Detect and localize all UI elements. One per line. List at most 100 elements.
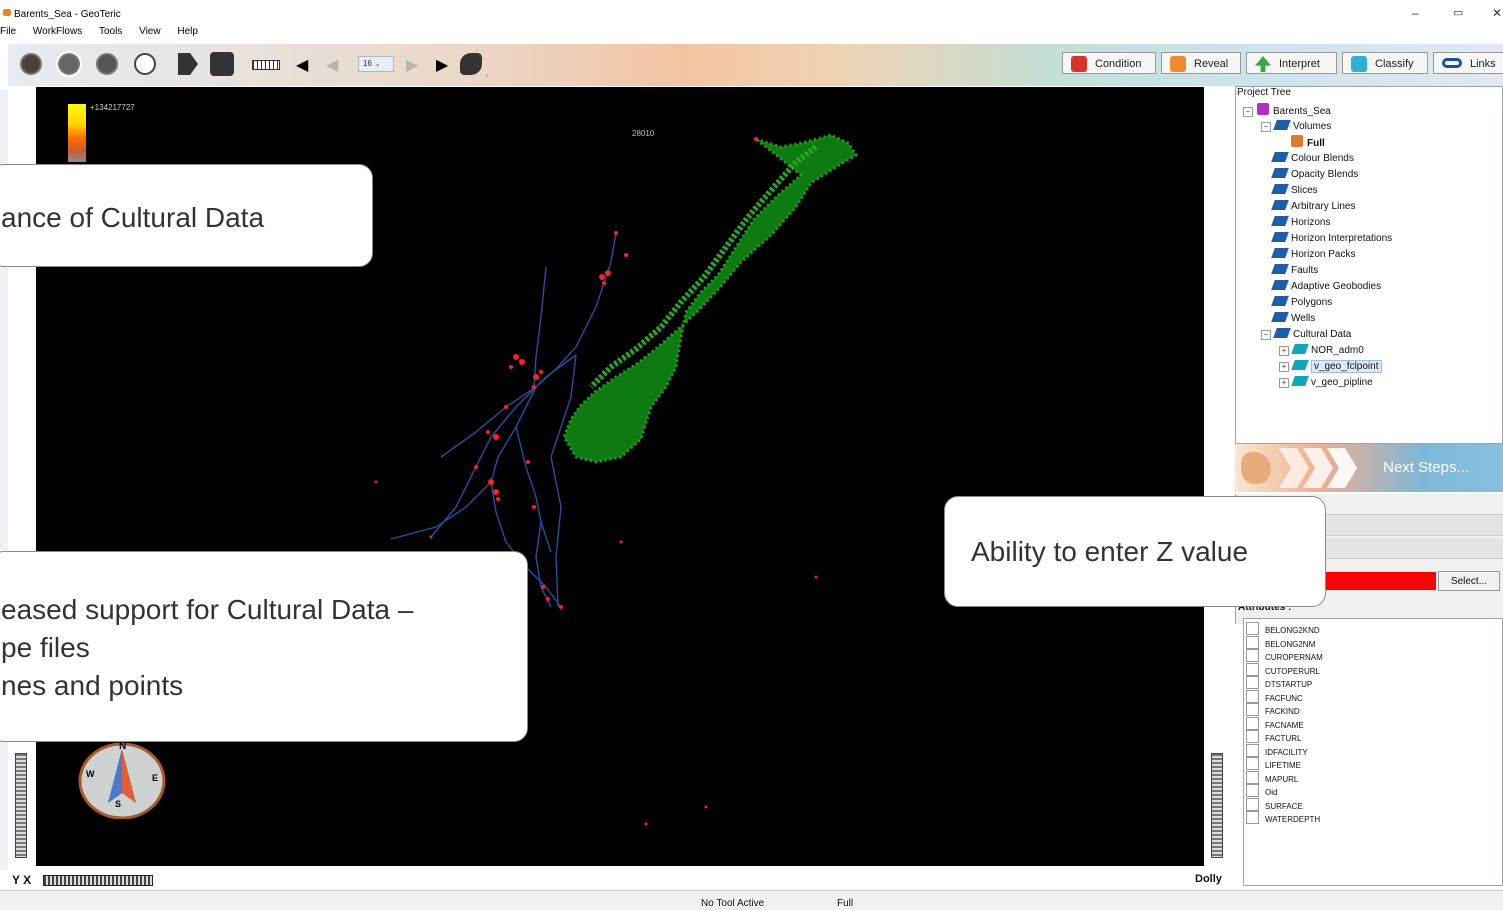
attribute-item[interactable]: Oid (1244, 784, 1502, 798)
attribute-item[interactable]: LIFETIME (1244, 757, 1502, 771)
rotate-icon[interactable] (96, 53, 118, 75)
tree-item[interactable]: Arbitrary Lines (1243, 199, 1501, 215)
tree-item-label: NOR_adm0 (1311, 345, 1364, 356)
dolly-slider[interactable] (1211, 753, 1223, 858)
step-back-icon[interactable]: ◀ (296, 55, 308, 75)
attribute-checkbox[interactable] (1246, 622, 1259, 635)
workflow-condition-button[interactable]: Condition (1062, 52, 1156, 74)
tree-item[interactable]: + v_geo_fclpoint (1243, 359, 1501, 375)
close-button[interactable]: ✕ (1492, 6, 1502, 20)
attribute-item[interactable]: FACTURL (1244, 730, 1502, 744)
tree-item[interactable]: Adaptive Geobodies (1243, 279, 1501, 295)
attribute-checkbox[interactable] (1246, 689, 1259, 703)
attribute-checkbox[interactable] (1246, 716, 1259, 730)
attribute-checkbox[interactable] (1246, 730, 1259, 743)
classify-icon (1351, 56, 1367, 72)
attribute-checkbox[interactable] (1246, 811, 1259, 824)
workflow-reveal-button[interactable]: Reveal (1161, 52, 1241, 74)
ruler-icon[interactable] (252, 60, 280, 70)
tree-item[interactable]: Wells (1243, 311, 1501, 327)
tree-expand-icon[interactable]: + (1279, 346, 1289, 356)
horizontal-slider[interactable] (43, 875, 153, 886)
workflow-condition-label: Condition (1095, 58, 1142, 70)
tree-item[interactable]: Opacity Blends (1243, 167, 1501, 183)
menu-file[interactable]: File (0, 26, 16, 37)
dropdown-icon[interactable]: . (486, 68, 489, 78)
attribute-item[interactable]: CUTOPERURL (1244, 662, 1502, 677)
tree-item[interactable]: − Cultural Data (1243, 327, 1501, 343)
3d-view-icon[interactable] (20, 53, 42, 75)
attribute-checkbox[interactable] (1246, 784, 1259, 797)
workflow-classify-button[interactable]: Classify (1342, 52, 1428, 74)
tree-item[interactable]: Colour Blends (1243, 151, 1501, 167)
camera-icon[interactable] (210, 52, 234, 76)
tree-item[interactable]: Horizon Interpretations (1243, 231, 1501, 247)
left-zoom-slider[interactable] (15, 753, 27, 858)
tree-item[interactable]: − Volumes (1243, 119, 1501, 135)
tree-item[interactable]: − Barents_Sea (1243, 103, 1501, 119)
survey-icon[interactable] (178, 53, 198, 75)
dolly-label: Dolly (1195, 873, 1222, 885)
compass-east: E (152, 773, 159, 783)
attribute-checkbox[interactable] (1246, 662, 1259, 676)
next-steps-label: Next Steps... (1383, 459, 1469, 476)
workflow-classify-label: Classify (1375, 58, 1414, 70)
tree-expand-icon[interactable]: − (1261, 330, 1271, 340)
slice-step-combo[interactable]: 16 ⌄ (358, 56, 394, 72)
attribute-checkbox[interactable] (1246, 743, 1259, 757)
tree-item[interactable]: Horizon Packs (1243, 247, 1501, 263)
menu-help[interactable]: Help (177, 26, 198, 37)
minimize-button[interactable]: – (1412, 6, 1419, 20)
attribute-label: BELONG2NM (1265, 639, 1316, 649)
attribute-item[interactable]: IDFACILITY (1244, 743, 1502, 758)
attribute-checkbox[interactable] (1246, 757, 1259, 770)
tree-expand-icon[interactable]: + (1279, 378, 1289, 388)
tree-item[interactable]: Slices (1243, 183, 1501, 199)
workflow-interpret-button[interactable]: Interpret (1246, 52, 1337, 74)
attribute-item[interactable]: WATERDEPTH (1244, 811, 1502, 825)
tree-item[interactable]: Horizons (1243, 215, 1501, 231)
attributes-list: BELONG2KND BELONG2NM CUROPERNAM CUTOPERURL D… (1243, 618, 1503, 886)
select-colour-button[interactable]: Select... (1438, 571, 1500, 591)
attribute-checkbox[interactable] (1246, 635, 1259, 649)
menu-workflows[interactable]: WorkFlows (33, 26, 82, 37)
movie-icon[interactable] (460, 53, 482, 75)
attribute-checkbox[interactable] (1246, 649, 1259, 662)
menu-tools[interactable]: Tools (99, 26, 122, 37)
attribute-checkbox[interactable] (1246, 676, 1259, 689)
tree-item[interactable]: + NOR_adm0 (1243, 343, 1501, 359)
attribute-checkbox[interactable] (1246, 797, 1259, 811)
tree-item[interactable]: Polygons (1243, 295, 1501, 311)
tree-item[interactable]: + v_geo_pipline (1243, 375, 1501, 391)
attribute-checkbox[interactable] (1246, 770, 1259, 784)
menu-bar: File WorkFlows Tools View Help (0, 26, 520, 42)
step-forward-icon[interactable]: ▶ (436, 55, 448, 75)
select-icon[interactable] (56, 51, 82, 77)
tree-item[interactable]: Full (1243, 135, 1501, 151)
tree-expand-icon[interactable]: − (1243, 107, 1253, 117)
reveal-icon (1170, 56, 1186, 72)
next-steps-banner[interactable]: Next Steps... (1235, 444, 1503, 492)
tree-expand-icon[interactable]: − (1261, 122, 1271, 132)
attribute-label: Oid (1265, 788, 1278, 797)
tree-item[interactable]: Faults (1243, 263, 1501, 279)
attribute-item[interactable]: CUROPERNAM (1244, 649, 1502, 663)
pan-icon[interactable] (134, 53, 156, 75)
tree-expand-icon[interactable]: + (1279, 362, 1289, 372)
restore-button[interactable]: ▭ (1453, 6, 1463, 19)
attribute-item[interactable]: FACFUNC (1244, 689, 1502, 704)
attribute-label: DTSTARTUP (1265, 680, 1313, 689)
menu-view[interactable]: View (139, 26, 161, 37)
attribute-item[interactable]: DTSTARTUP (1244, 676, 1502, 690)
attribute-item[interactable]: FACKIND (1244, 703, 1502, 717)
attribute-item[interactable]: BELONG2KND (1244, 622, 1502, 636)
workflow-links-button[interactable]: Links (1433, 52, 1503, 74)
callout-support: eased support for Cultural Data – pe fil… (0, 551, 528, 742)
attribute-item[interactable]: BELONG2NM (1244, 635, 1502, 650)
colour-swatch[interactable] (1326, 572, 1436, 590)
attribute-checkbox[interactable] (1246, 703, 1259, 716)
attribute-item[interactable]: MAPURL (1244, 770, 1502, 785)
compass-icon: N W E S (78, 741, 166, 820)
attribute-item[interactable]: FACNAME (1244, 716, 1502, 731)
attribute-item[interactable]: SURFACE (1244, 797, 1502, 812)
